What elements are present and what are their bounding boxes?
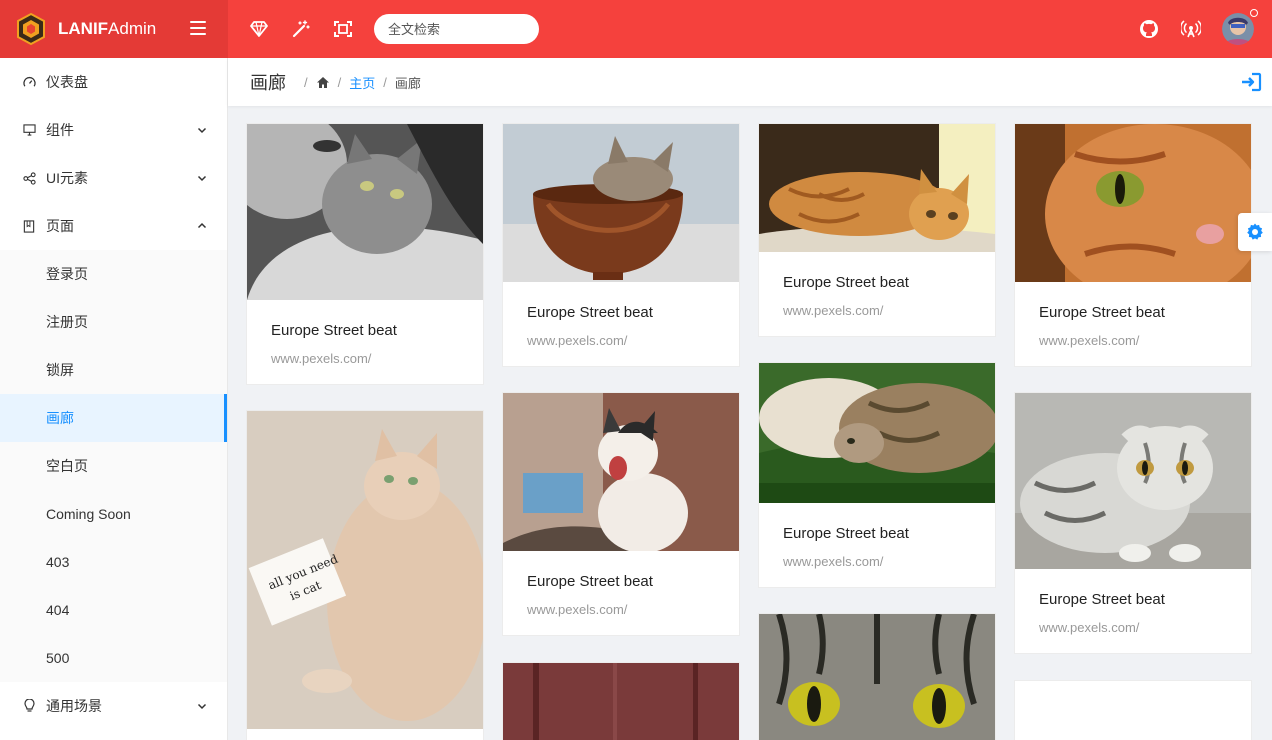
avatar[interactable]: [1222, 9, 1258, 45]
card-title: Europe Street beat: [1039, 591, 1165, 608]
chevron-down-icon: [197, 175, 207, 182]
monitor-icon: [22, 123, 36, 137]
gallery-card[interactable]: Europe Street beat www.pexels.com/: [246, 123, 484, 385]
card-image: [503, 124, 739, 282]
card-image: [759, 124, 995, 252]
sidebar-item-label: 页面: [46, 218, 74, 234]
breadcrumb-home-link[interactable]: 主页: [349, 73, 375, 92]
card-image: [503, 393, 739, 551]
gallery-card[interactable]: Europe Street beat www.pexels.com/: [502, 392, 740, 636]
gallery-card[interactable]: [502, 662, 740, 740]
sidebar-subitem-coming-soon[interactable]: Coming Soon: [0, 490, 227, 538]
card-title: Europe Street beat: [527, 573, 653, 590]
card-image: [759, 614, 995, 740]
fullscreen-icon[interactable]: [332, 18, 354, 40]
sidebar: 仪表盘 组件 UI元素 页面 登录页 注册页 锁屏 画廊 空白页 Coming …: [0, 58, 228, 740]
home-icon[interactable]: [316, 76, 330, 89]
bulb-icon: [22, 699, 36, 713]
card-title: Europe Street beat: [527, 304, 653, 321]
sidebar-item-label: 通用场景: [46, 698, 102, 714]
brand-title: LANIFAdmin: [58, 19, 157, 38]
menu-toggle-icon[interactable]: [190, 21, 206, 35]
sidebar-subitem-lockscreen[interactable]: 锁屏: [0, 346, 227, 394]
gallery-card[interactable]: [1014, 680, 1252, 740]
magic-wand-icon[interactable]: [290, 18, 312, 40]
card-subtitle: www.pexels.com/: [271, 351, 372, 366]
card-image: [759, 363, 995, 503]
card-title: Europe Street beat: [783, 525, 909, 542]
chevron-down-icon: [197, 127, 207, 134]
card-image: [503, 663, 739, 740]
diamond-icon[interactable]: [248, 18, 270, 40]
card-title: Europe Street beat: [783, 274, 909, 291]
chevron-up-icon: [197, 222, 207, 229]
sidebar-item-scenarios[interactable]: 通用场景: [0, 682, 227, 730]
card-subtitle: www.pexels.com/: [783, 303, 884, 318]
gallery-card[interactable]: Europe Street beat www.pexels.com/: [1014, 392, 1252, 654]
gallery-card[interactable]: Europe Street beat www.pexels.com/: [1014, 123, 1252, 367]
search-input[interactable]: [374, 14, 539, 44]
top-header: LANIFAdmin: [0, 0, 1272, 58]
card-image: [247, 124, 483, 300]
sidebar-subitem-500[interactable]: 500: [0, 634, 227, 682]
sidebar-item-ui-elements[interactable]: UI元素: [0, 154, 227, 202]
chevron-down-icon: [197, 703, 207, 710]
gallery-card[interactable]: Europe Street beat www.pexels.com/: [758, 362, 996, 588]
sidebar-subitem-login[interactable]: 登录页: [0, 250, 227, 298]
notification-dot: [1250, 9, 1258, 17]
sidebar-subitem-404[interactable]: 404: [0, 586, 227, 634]
card-title: Europe Street beat: [271, 322, 397, 339]
settings-gear-button[interactable]: [1238, 213, 1272, 251]
logout-icon[interactable]: [1240, 72, 1262, 92]
card-subtitle: www.pexels.com/: [783, 554, 884, 569]
sidebar-subitem-gallery[interactable]: 画廊: [0, 394, 227, 442]
brand: LANIFAdmin: [0, 0, 228, 58]
book-icon: [22, 219, 36, 233]
sidebar-item-label: 组件: [46, 122, 74, 138]
card-subtitle: www.pexels.com/: [527, 333, 628, 348]
main-content: 画廊 / / 主页 / 画廊 Europe Street beat www.pe…: [228, 58, 1272, 740]
card-image: [1015, 393, 1251, 569]
gallery-card[interactable]: Europe Street beat www.pexels.com/: [758, 123, 996, 337]
breadcrumb-current: 画廊: [394, 75, 421, 91]
card-subtitle: www.pexels.com/: [527, 602, 628, 617]
gallery-card[interactable]: Europe Street beat www.pexels.com/: [502, 123, 740, 367]
gallery-card[interactable]: all you need is cat: [246, 410, 484, 740]
sidebar-item-pages[interactable]: 页面: [0, 202, 227, 250]
share-icon: [22, 171, 36, 185]
sidebar-item-label: 仪表盘: [46, 74, 88, 90]
sidebar-subitem-blank[interactable]: 空白页: [0, 442, 227, 490]
gallery-card[interactable]: [758, 613, 996, 740]
card-image: all you need is cat: [247, 411, 483, 729]
card-title: Europe Street beat: [1039, 304, 1165, 321]
card-image: [1015, 124, 1251, 282]
card-subtitle: www.pexels.com/: [1039, 620, 1140, 635]
page-title: 画廊: [250, 73, 286, 93]
sidebar-item-label: UI元素: [46, 170, 88, 186]
card-subtitle: www.pexels.com/: [1039, 333, 1140, 348]
sidebar-item-components[interactable]: 组件: [0, 106, 227, 154]
logo-icon: [17, 12, 45, 46]
github-icon[interactable]: [1138, 18, 1160, 40]
gear-icon: [1247, 223, 1263, 240]
sidebar-item-dashboard[interactable]: 仪表盘: [0, 58, 227, 106]
broadcast-icon[interactable]: [1180, 18, 1202, 40]
sidebar-subitem-403[interactable]: 403: [0, 538, 227, 586]
dashboard-icon: [22, 75, 36, 89]
breadcrumb: 画廊 / / 主页 / 画廊: [228, 58, 1272, 106]
sidebar-subitem-register[interactable]: 注册页: [0, 298, 227, 346]
